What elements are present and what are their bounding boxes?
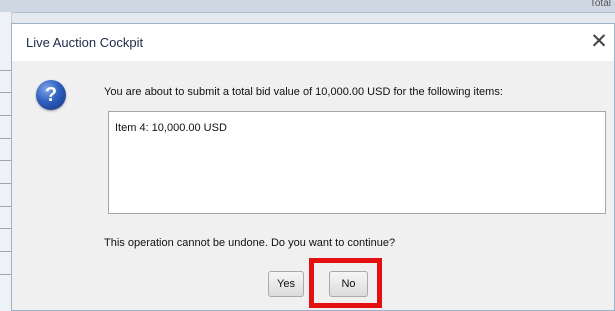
background-toolbar-label: Total xyxy=(589,0,611,9)
dialog-message: You are about to submit a total bid valu… xyxy=(104,86,503,98)
background-row-divider xyxy=(0,115,11,116)
background-row-divider xyxy=(0,138,11,139)
confirmation-question: This operation cannot be undone. Do you … xyxy=(104,237,396,249)
background-row-divider xyxy=(0,92,11,93)
no-button[interactable]: No xyxy=(329,271,368,297)
background-row-divider xyxy=(0,274,11,275)
background-row-divider xyxy=(0,160,11,161)
background-row-divider xyxy=(0,206,11,207)
background-row-divider xyxy=(0,228,11,229)
dialog-titlebar[interactable]: Live Auction Cockpit ✕ xyxy=(12,24,614,61)
background-row-divider xyxy=(0,251,11,252)
background-toolbar: Total xyxy=(0,0,615,13)
confirmation-dialog: Live Auction Cockpit ✕ ? You are about t… xyxy=(11,23,615,311)
close-icon[interactable]: ✕ xyxy=(586,28,612,56)
background-row-divider xyxy=(0,183,11,184)
items-list[interactable]: Item 4: 10,000.00 USD xyxy=(108,111,606,214)
list-item: Item 4: 10,000.00 USD xyxy=(115,122,227,134)
dialog-title: Live Auction Cockpit xyxy=(26,35,144,50)
background-row-divider xyxy=(0,70,11,71)
question-icon: ? xyxy=(36,80,66,110)
yes-button[interactable]: Yes xyxy=(268,271,304,297)
